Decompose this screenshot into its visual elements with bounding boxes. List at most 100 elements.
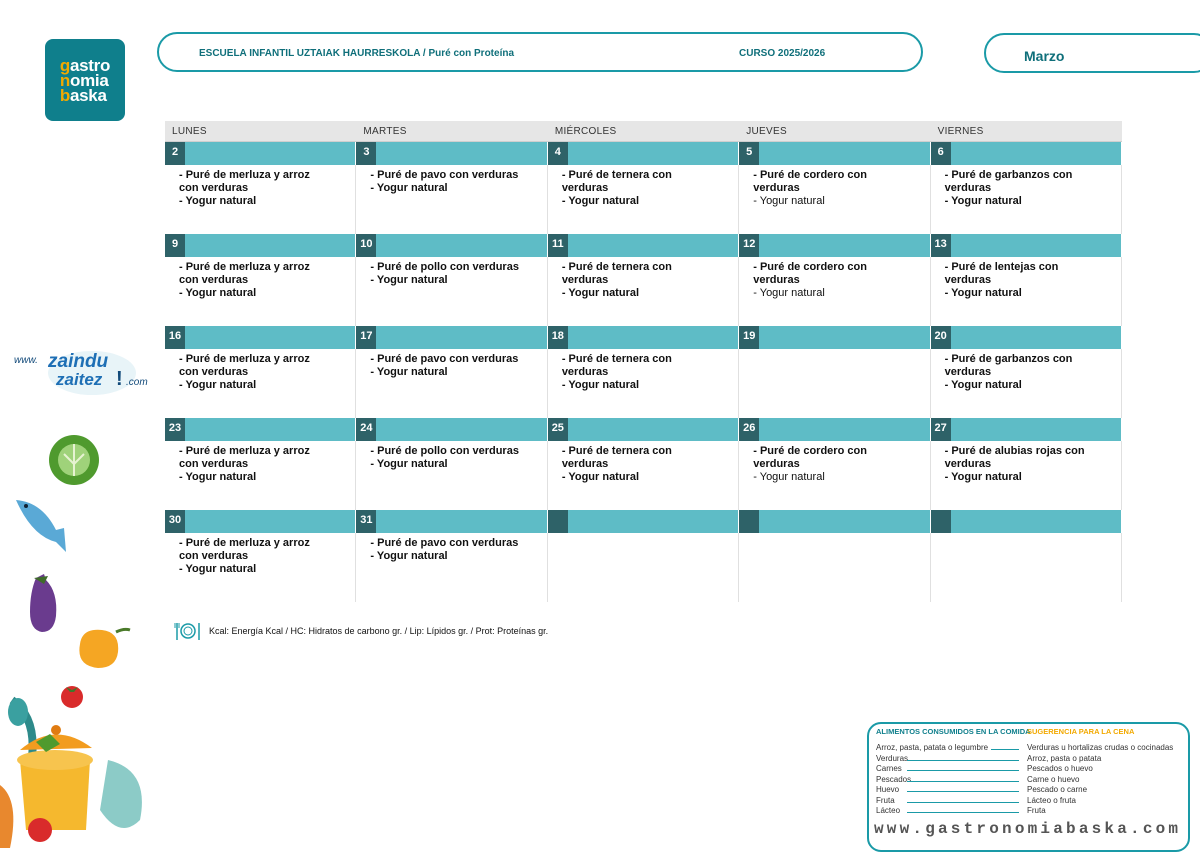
course-label: CURSO 2025/2026 [739,48,826,59]
day-menu-cell: - Puré de ternera con verduras - Yogur nat… [548,349,740,418]
weekday-friday: VIERNES [937,126,984,137]
menu-line: - Yogur natural [561,287,640,299]
day-menu-cell: - Puré de merluza y arroz con verduras - Y… [165,533,357,602]
menu-line: - Yogur natural [944,379,1022,391]
menu-title: ESCUELA INFANTIL UZTAIAK HAURRESKOLA / P… [199,48,515,59]
day-header-cell: 10 [356,234,548,257]
day-number [739,510,760,533]
week-date-bar: 30 31 [165,510,1123,533]
menu-line: - Puré de garbanzos con [944,169,1073,181]
day-header-cell: 23 [165,418,357,441]
day-number: 30 [165,510,185,533]
day-menu-cell: - Puré de cordero con verduras - Yogur nat… [739,441,931,510]
day-menu-cell: - Puré de alubias rojas con verduras - Yog… [931,441,1123,510]
menu-line: con verduras [179,274,249,286]
day-number: 25 [547,418,568,441]
menu-line: verduras [944,274,992,286]
week-date-bar: 16 17 18 19 20 [165,326,1123,349]
day-header-cell: 19 [739,326,931,349]
menu-line: verduras [753,182,800,194]
menu-line: verduras [561,274,609,286]
nutrition-legend: Kcal: Energía Kcal / HC: Hidratos de car… [173,620,548,642]
dinner-suggestion-item: Lácteo o fruta [1027,795,1076,805]
day-number: 5 [739,142,760,165]
menu-line: - Yogur natural [370,550,448,562]
gastronomia-baska-logo: gastro nomia baska [45,39,125,121]
day-number [930,510,951,533]
menu-line: - Yogur natural [370,458,448,470]
day-header-cell [739,510,931,533]
menu-line: - Yogur natural [944,287,1022,299]
day-number: 23 [165,418,185,441]
day-number: 24 [356,418,377,441]
menu-line: verduras [561,182,609,194]
day-header-cell: 27 [930,418,1123,441]
week-date-bar: 9 10 11 12 13 [165,234,1123,257]
menu-line: verduras [753,458,800,470]
day-header-cell [547,510,740,533]
menu-line: verduras [944,182,992,194]
menu-line: - Puré de ternera con [561,169,672,181]
day-number: 31 [356,510,377,533]
day-number [547,510,568,533]
menu-line: - Yogur natural [370,182,448,194]
menu-line: - Puré de cordero con [753,169,867,181]
day-number: 10 [356,234,377,257]
menu-line: - Puré de garbanzos con [944,353,1073,365]
fish-icon [16,500,66,552]
weekday-tuesday: MARTES [363,126,407,137]
weekday-monday: LUNES [172,126,207,137]
menu-line: - Yogur natural [753,287,825,299]
ad-word-1: zaindu [47,351,109,372]
menu-line: - Puré de merluza y arroz [179,537,310,549]
day-number: 13 [930,234,951,257]
cooking-pot-illustration [0,696,142,848]
header-banner: ESCUELA INFANTIL UZTAIAK HAURRESKOLA / P… [157,32,923,72]
day-header-cell: 11 [547,234,740,257]
arrow-connector [991,749,1019,750]
day-menu-cell: - Puré de cordero con verduras - Yogur nat… [739,257,931,326]
menu-line: - Yogur natural [753,195,825,207]
day-header-cell: 31 [356,510,548,533]
arrow-connector [907,791,1019,792]
menu-line: - Yogur natural [370,274,448,286]
menu-line: con verduras [179,366,249,378]
day-menu-cell: - Puré de garbanzos con verduras - Yogur n… [931,349,1123,418]
day-menu-cell [548,533,740,602]
arrow-connector [907,759,1019,761]
calendar-week: 16 17 18 19 20 - Puré de merluza y arroz con v… [165,326,1123,418]
calendar-week: 30 31- Puré de merluza y arroz con verdura… [165,510,1123,602]
zaindu-zaitez-ad: www. zaindu zaitez ! .com [12,345,152,397]
day-menu-cell: - Puré de ternera con verduras - Yogur nat… [548,441,740,510]
day-number: 18 [547,326,568,349]
week-menu-row: - Puré de merluza y arroz con verduras - Y… [165,165,1123,234]
day-header-cell: 9 [165,234,357,257]
calendar-week: 9 10 11 12 13 - Puré de merluza y arroz con ve… [165,234,1123,326]
arrow-connector [907,770,1019,771]
dinner-suggestion-item: Pescado o carne [1027,785,1088,794]
day-header-cell: 25 [547,418,740,441]
menu-line: - Puré de pavo con verduras [370,169,519,181]
menu-line: - Puré de cordero con [753,261,867,273]
day-number: 19 [739,326,760,349]
menu-line: - Yogur natural [561,195,640,207]
day-menu-cell: - Puré de ternera con verduras - Yogur nat… [548,257,740,326]
ad-mark: ! [116,368,123,390]
menu-line: - Yogur natural [179,471,257,483]
day-number: 9 [165,234,185,257]
day-number: 27 [930,418,951,441]
dinner-suggestion-item: Verduras u hortalizas crudas o cocinadas [1027,743,1174,752]
menu-line: - Puré de pollo con verduras [370,261,519,273]
dinner-suggestion-item: Fruta [1027,806,1046,815]
day-header-cell: 5 [739,142,931,165]
logo-line-3: baska [59,85,107,105]
day-number: 26 [739,418,760,441]
menu-line: - Puré de merluza y arroz [179,353,310,365]
week-date-bar: 23 24 25 26 27 [165,418,1123,441]
day-header-cell: 18 [547,326,740,349]
day-menu-cell: - Puré de pollo con verduras - Yogur natu… [356,441,548,510]
menu-line: - Puré de ternera con [561,445,672,457]
menu-line: - Puré de pavo con verduras [370,353,519,365]
eaten-food-item: Lácteo [876,806,901,815]
day-menu-cell: - Puré de pavo con verduras - Yogur natur… [356,533,548,602]
